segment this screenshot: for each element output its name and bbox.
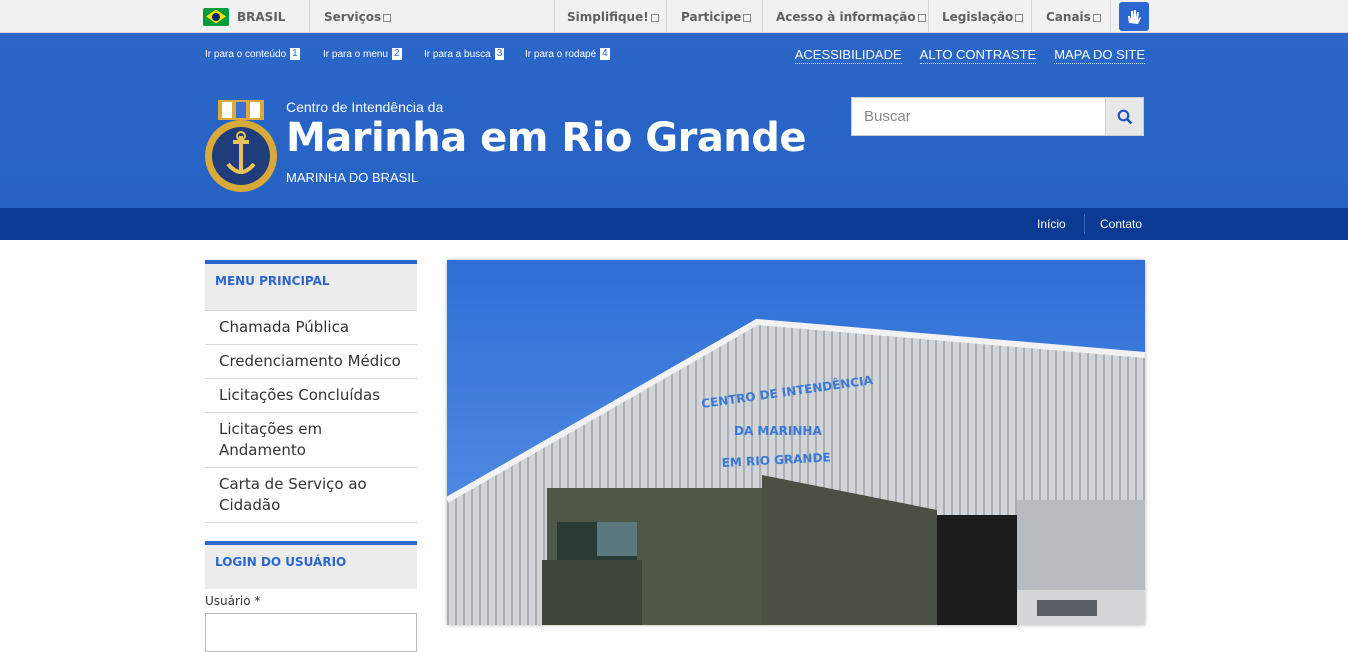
sign-line-2: DA MARINHA (734, 424, 822, 438)
external-link-icon (743, 13, 752, 22)
brazil-flag-icon (203, 7, 229, 26)
libras-hand-icon[interactable] (1119, 2, 1149, 31)
sidebar: MENU PRINCIPAL Chamada Pública Credencia… (205, 260, 417, 652)
skip-link-menu[interactable]: Ir para o menu 2 (323, 48, 402, 60)
site-title[interactable]: Marinha em Rio Grande (286, 115, 807, 161)
menu-item-licitacoes-andamento[interactable]: Licitações em Andamento (205, 412, 417, 467)
site-pre-title: Centro de Intendência da (286, 99, 444, 115)
brasil-link[interactable]: BRASIL (203, 0, 285, 33)
skip-link-content[interactable]: Ir para o conteúdo 1 (205, 48, 300, 60)
search-button[interactable] (1105, 97, 1144, 136)
site-subtitle: MARINHA DO BRASIL (286, 170, 419, 185)
gov-link-canais[interactable]: Canais (1046, 0, 1101, 33)
acessibilidade-link[interactable]: ACESSIBILIDADE (794, 47, 902, 64)
external-link-icon (917, 13, 926, 22)
gov-link-servicos[interactable]: Serviços (324, 0, 392, 33)
service-nav-bar: Início Contato (0, 208, 1348, 240)
username-label: Usuário * (205, 594, 261, 608)
mapa-do-site-link[interactable]: MAPA DO SITE (1054, 47, 1145, 64)
divider (928, 0, 929, 33)
menu-item-credenciamento-medico[interactable]: Credenciamento Médico (205, 344, 417, 378)
divider (1110, 0, 1111, 33)
external-link-icon (383, 13, 392, 22)
gov-link-participe[interactable]: Participe (681, 0, 752, 33)
brasil-label: BRASIL (237, 9, 286, 24)
nav-contato[interactable]: Contato (1100, 208, 1142, 240)
external-link-icon (1015, 13, 1024, 22)
divider (1084, 214, 1085, 234)
alto-contraste-link[interactable]: ALTO CONTRASTE (919, 47, 1037, 64)
divider (762, 0, 763, 33)
username-input[interactable] (205, 613, 417, 652)
gov-link-simplifique[interactable]: Simplifique! (567, 0, 659, 33)
menu-item-chamada-publica[interactable]: Chamada Pública (205, 310, 417, 344)
gov-top-bar: BRASIL Serviços Simplifique! Participe A… (0, 0, 1348, 33)
skip-link-footer[interactable]: Ir para o rodapé 4 (525, 48, 610, 60)
accessibility-links: ACESSIBILIDADE ALTO CONTRASTE MAPA DO SI… (794, 47, 1145, 64)
site-header: Ir para o conteúdo 1 Ir para o menu 2 Ir p… (0, 33, 1348, 208)
external-link-icon (650, 13, 659, 22)
divider (666, 0, 667, 33)
divider (1031, 0, 1032, 33)
search-input[interactable] (851, 97, 1105, 136)
nav-inicio[interactable]: Início (1037, 208, 1066, 240)
warehouse-photo: CENTRO DE INTENDÊNCIA DA MARINHA EM RIO … (447, 260, 1145, 625)
hero-image[interactable]: CENTRO DE INTENDÊNCIA DA MARINHA EM RIO … (447, 260, 1145, 625)
menu-item-licitacoes-concluidas[interactable]: Licitações Concluídas (205, 378, 417, 412)
menu-item-carta-servico[interactable]: Carta de Serviço ao Cidadão (205, 467, 417, 523)
skip-link-search[interactable]: Ir para a busca 3 (424, 48, 505, 60)
search-form (851, 97, 1144, 136)
search-icon (1117, 109, 1132, 124)
menu-principal-title: MENU PRINCIPAL (205, 260, 417, 310)
gov-link-acesso-informacao[interactable]: Acesso à informação (776, 0, 926, 33)
login-title: LOGIN DO USUÁRIO (205, 541, 417, 589)
divider (554, 0, 555, 33)
divider (309, 0, 310, 33)
gov-link-legislacao[interactable]: Legislação (942, 0, 1024, 33)
navy-emblem-logo[interactable] (204, 98, 278, 194)
external-link-icon (1092, 13, 1101, 22)
